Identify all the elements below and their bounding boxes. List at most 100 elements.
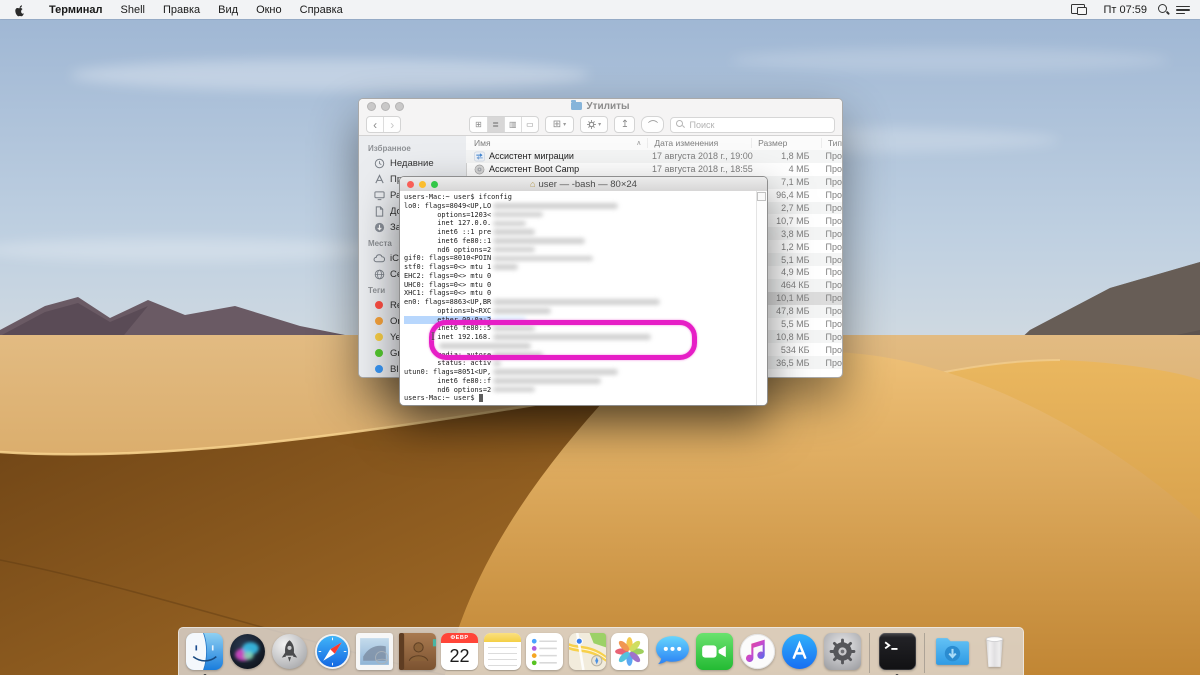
terminal-line: en0: flags=8863<UP,BR	[404, 298, 767, 307]
dock-icon-mail[interactable]	[356, 633, 393, 670]
dock-icon-appstore[interactable]	[781, 633, 818, 670]
terminal-line: XHC1: flags=0<> mtu 0	[404, 289, 767, 298]
finder-titlebar[interactable]: Утилиты	[359, 99, 842, 114]
display-mirroring-icon[interactable]	[1071, 4, 1087, 15]
menu-item-shell[interactable]: Shell	[112, 4, 154, 16]
dock-icon-launchpad[interactable]	[271, 633, 308, 670]
dock-icon-messages[interactable]	[654, 633, 691, 670]
terminal-line: nd6 options=2	[404, 246, 767, 255]
tags-button[interactable]: ⌒	[641, 116, 664, 133]
dock-icon-reminders[interactable]	[526, 633, 563, 670]
share-button[interactable]: ↥	[614, 116, 635, 133]
column-header-size[interactable]: Размер	[751, 138, 821, 148]
terminal-line: options=1203<	[404, 211, 767, 220]
terminal-line: inet6 fe80::f	[404, 377, 767, 386]
dock-icon-finder[interactable]	[186, 633, 223, 670]
redacted-text	[493, 308, 551, 314]
scrollbar-widget[interactable]	[757, 192, 766, 201]
calendar-month: ФЕВР	[441, 633, 478, 643]
menu-clock[interactable]: Пт 07:59	[1099, 4, 1151, 16]
sidebar-item-label: Недавние	[390, 158, 434, 169]
terminal-line: inet6 ::1 pre	[404, 228, 767, 237]
view-list-button[interactable]: ≣	[488, 117, 505, 132]
dock-icon-facetime[interactable]	[696, 633, 733, 670]
action-menu-button[interactable]: ▾	[580, 116, 609, 133]
file-type: Про	[816, 358, 842, 368]
folder-icon	[571, 102, 582, 110]
terminal-line	[404, 342, 767, 351]
menu-item-help[interactable]: Справка	[291, 4, 352, 16]
spotlight-icon[interactable]	[1157, 3, 1170, 16]
file-type: Про	[816, 216, 842, 226]
menu-app-name[interactable]: Терминал	[40, 4, 112, 16]
redacted-text	[493, 256, 593, 262]
column-header-name[interactable]: Имя∧	[466, 138, 647, 148]
dock-icon-downloads-folder[interactable]	[934, 633, 971, 670]
terminal-titlebar[interactable]: ⌂user — -bash — 80×24	[400, 177, 767, 192]
redacted-text	[493, 238, 585, 244]
menu-item-window[interactable]: Окно	[247, 4, 291, 16]
file-type: Про	[816, 255, 842, 265]
file-size: 1,8 МБ	[753, 151, 816, 161]
terminal-line: ether 00:0a:2	[404, 316, 767, 325]
file-type: Про	[816, 164, 842, 174]
dock-icon-terminal[interactable]	[879, 633, 916, 670]
view-columns-button[interactable]: ▥	[505, 117, 522, 132]
menu-item-view[interactable]: Вид	[209, 4, 247, 16]
terminal-line: stf0: flags=0<> mtu 1	[404, 263, 767, 272]
finder-chrome: Утилиты ‹ › ⊞ ≣ ▥ ▭ ⊞▾ ▾ ↥	[359, 99, 842, 136]
menu-item-edit[interactable]: Правка	[154, 4, 209, 16]
dock-icon-safari[interactable]	[314, 633, 351, 670]
back-button[interactable]: ‹	[367, 117, 384, 132]
terminal-scrollbar[interactable]	[756, 191, 767, 405]
redacted-text	[493, 352, 543, 358]
terminal-line: inet 127.0.0.	[404, 219, 767, 228]
icloud-icon	[373, 252, 385, 264]
redacted-text	[493, 334, 651, 340]
group-by-button[interactable]: ⊞▾	[545, 116, 574, 133]
terminal-line: UHC0: flags=0<> mtu 0	[404, 281, 767, 290]
file-name: Ассистент Boot Camp	[489, 164, 579, 174]
notification-center-icon[interactable]	[1176, 5, 1190, 15]
chevron-down-icon: ▾	[598, 121, 601, 128]
dock-icon-maps[interactable]	[569, 633, 606, 670]
terminal-cursor	[479, 394, 483, 402]
forward-button[interactable]: ›	[384, 117, 400, 132]
file-size: 4 МБ	[753, 164, 816, 174]
documents-icon	[373, 205, 385, 217]
search-input[interactable]: Поиск	[670, 117, 835, 133]
terminal-line: status: activ	[404, 359, 767, 368]
redacted-text	[493, 212, 543, 218]
view-coverflow-button[interactable]: ▭	[522, 117, 538, 132]
recents-icon	[373, 157, 385, 169]
column-header-date[interactable]: Дата изменения	[647, 138, 751, 148]
file-type: Про	[816, 293, 842, 303]
dock-icon-calendar[interactable]: ФЕВР22	[441, 633, 478, 670]
desktop: Терминал Shell Правка Вид Окно Справка П…	[0, 0, 1200, 675]
tag-icon	[373, 299, 385, 311]
terminal-output[interactable]: users-Mac:~ user$ ifconfiglo0: flags=804…	[400, 191, 767, 405]
redacted-text	[493, 326, 535, 332]
apple-menu[interactable]	[14, 3, 26, 17]
dock-icon-siri[interactable]	[229, 633, 266, 670]
redacted-text	[439, 343, 531, 349]
network-icon	[373, 268, 385, 280]
dock-icon-itunes[interactable]	[739, 633, 776, 670]
terminal-line: EHC2: flags=0<> mtu 0	[404, 272, 767, 281]
list-column-headers: Имя∧ Дата изменения Размер Тип	[466, 136, 842, 151]
dock-icon-photos[interactable]	[611, 633, 648, 670]
dock-icon-contacts[interactable]	[399, 633, 436, 670]
downloads-icon	[373, 221, 385, 233]
table-row[interactable]: Ассистент Boot Camp17 августа 2018 г., 1…	[466, 163, 842, 176]
redacted-text	[493, 221, 526, 227]
file-type: Про	[816, 345, 842, 355]
calendar-day: 22	[441, 643, 478, 669]
sidebar-item-недавние[interactable]: Недавние	[359, 155, 466, 171]
dock-icon-sysprefs[interactable]	[824, 633, 861, 670]
column-header-type[interactable]: Тип	[821, 138, 842, 148]
terminal-line: inet6 fe80::1	[404, 237, 767, 246]
table-row[interactable]: Ассистент миграции17 августа 2018 г., 19…	[466, 150, 842, 163]
dock-icon-trash[interactable]	[976, 633, 1013, 670]
dock-icon-notes[interactable]	[484, 633, 521, 670]
view-icons-button[interactable]: ⊞	[470, 117, 487, 132]
